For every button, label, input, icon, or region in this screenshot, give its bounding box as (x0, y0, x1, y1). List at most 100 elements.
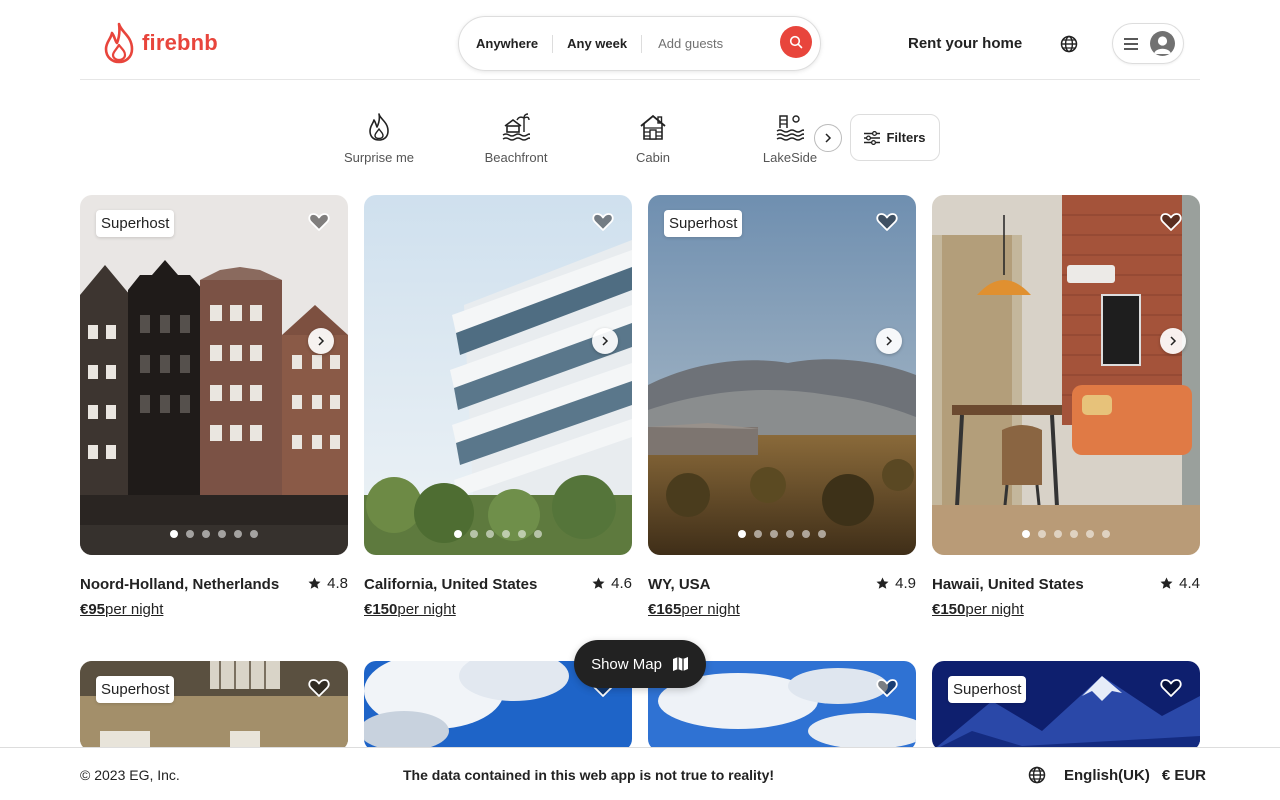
listing-location: Hawaii, United States (932, 576, 1084, 593)
next-photo-button[interactable] (592, 328, 618, 354)
price-value: €95 (80, 601, 106, 618)
next-photo-button[interactable] (876, 328, 902, 354)
price-value: €165 (648, 601, 682, 618)
listing-photo[interactable] (364, 195, 632, 555)
listing-photo[interactable]: Superhost (932, 661, 1200, 751)
heart-icon (1160, 679, 1182, 697)
chevron-right-icon (318, 336, 325, 346)
category-cabin[interactable]: Cabin (598, 112, 708, 165)
language-button[interactable] (1060, 35, 1078, 58)
listing-rating: 4.6 (592, 575, 632, 592)
photo-dot[interactable] (754, 530, 762, 538)
rating-value: 4.6 (611, 575, 632, 592)
listing-price[interactable]: €150per night (364, 601, 456, 618)
photo-dot[interactable] (250, 530, 258, 538)
photo-dot[interactable] (1054, 530, 1062, 538)
heart-icon (1160, 213, 1182, 231)
photo-dot[interactable] (486, 530, 494, 538)
photo-dot[interactable] (738, 530, 746, 538)
rent-your-home-link[interactable]: Rent your home (908, 35, 1022, 52)
listing-location: California, United States (364, 576, 538, 593)
favorite-button[interactable] (876, 212, 898, 237)
next-photo-button[interactable] (1160, 328, 1186, 354)
filters-button[interactable]: Filters (850, 114, 940, 161)
canal-houses-photo (80, 195, 348, 555)
listing-price[interactable]: €150per night (932, 601, 1024, 618)
logo[interactable]: firebnb (102, 22, 218, 64)
listing-photo[interactable]: Superhost (80, 195, 348, 555)
photo-dot[interactable] (818, 530, 826, 538)
user-icon (1154, 36, 1171, 54)
favorite-button[interactable] (1160, 678, 1182, 703)
snowy-mountain-photo (932, 661, 1200, 751)
user-menu-button[interactable] (1112, 23, 1184, 64)
photo-dot[interactable] (1086, 530, 1094, 538)
photo-dot[interactable] (1022, 530, 1030, 538)
category-label: Surprise me (343, 150, 415, 165)
star-icon (592, 577, 605, 589)
sliders-icon (864, 130, 881, 145)
globe-icon (1028, 766, 1046, 784)
currency-label[interactable]: € EUR (1162, 767, 1206, 784)
listing-rating: 4.4 (1160, 575, 1200, 592)
filters-label: Filters (886, 130, 926, 145)
chevron-right-icon (602, 336, 609, 346)
show-map-label: Show Map (591, 655, 662, 673)
photo-dot[interactable] (802, 530, 810, 538)
category-label: Beachfront (484, 150, 548, 165)
chevron-right-icon (825, 133, 832, 143)
photo-dot[interactable] (786, 530, 794, 538)
avatar (1150, 31, 1175, 56)
favorite-button[interactable] (1160, 212, 1182, 237)
superhost-badge: Superhost (96, 210, 175, 237)
photo-dot[interactable] (202, 530, 210, 538)
photo-dot[interactable] (234, 530, 242, 538)
price-value: €150 (364, 601, 398, 618)
photo-dot[interactable] (1038, 530, 1046, 538)
photo-dot[interactable] (218, 530, 226, 538)
copyright: © 2023 EG, Inc. (80, 767, 180, 783)
superhost-badge: Superhost (948, 676, 1027, 703)
locale-settings[interactable]: English(UK) € EUR (1028, 766, 1206, 784)
superhost-badge: Superhost (664, 210, 743, 237)
rating-value: 4.8 (327, 575, 348, 592)
favorite-button[interactable] (876, 678, 898, 703)
listing-photo[interactable] (932, 195, 1200, 555)
search-any-week[interactable]: Any week (553, 36, 641, 51)
listing-price[interactable]: €95per night (80, 601, 163, 618)
favorite-button[interactable] (308, 678, 330, 703)
category-label: Cabin (636, 150, 670, 165)
category-beachfront[interactable]: Beachfront (461, 112, 571, 165)
photo-dot[interactable] (170, 530, 178, 538)
menu-icon (1124, 37, 1138, 50)
site-footer: © 2023 EG, Inc. The data contained in th… (0, 747, 1280, 800)
photo-dot[interactable] (1102, 530, 1110, 538)
listing-location: WY, USA (648, 576, 711, 593)
photo-dot[interactable] (518, 530, 526, 538)
photo-dot[interactable] (470, 530, 478, 538)
search-anywhere[interactable]: Anywhere (459, 36, 552, 51)
photo-dot[interactable] (186, 530, 194, 538)
photo-dot[interactable] (454, 530, 462, 538)
category-next-button[interactable] (814, 124, 842, 152)
favorite-button[interactable] (592, 212, 614, 237)
next-photo-button[interactable] (308, 328, 334, 354)
photo-dot[interactable] (502, 530, 510, 538)
category-surprise-me[interactable]: Surprise me (324, 112, 434, 165)
listing-photo[interactable]: Superhost (648, 195, 916, 555)
language-label[interactable]: English(UK) (1064, 767, 1150, 784)
flame-logo-icon (104, 22, 134, 64)
listing-photo[interactable]: Superhost (80, 661, 348, 751)
search-icon (789, 35, 803, 49)
search-bar[interactable]: Anywhere Any week Add guests (458, 16, 821, 71)
photo-dot[interactable] (770, 530, 778, 538)
search-button[interactable] (780, 26, 812, 58)
stone-building-photo (80, 661, 348, 751)
photo-dot[interactable] (1070, 530, 1078, 538)
favorite-button[interactable] (308, 212, 330, 237)
listing-price[interactable]: €165per night (648, 601, 740, 618)
photo-dot[interactable] (534, 530, 542, 538)
show-map-button[interactable]: Show Map (574, 640, 706, 688)
flame-icon (369, 113, 389, 141)
star-icon (1160, 577, 1173, 589)
